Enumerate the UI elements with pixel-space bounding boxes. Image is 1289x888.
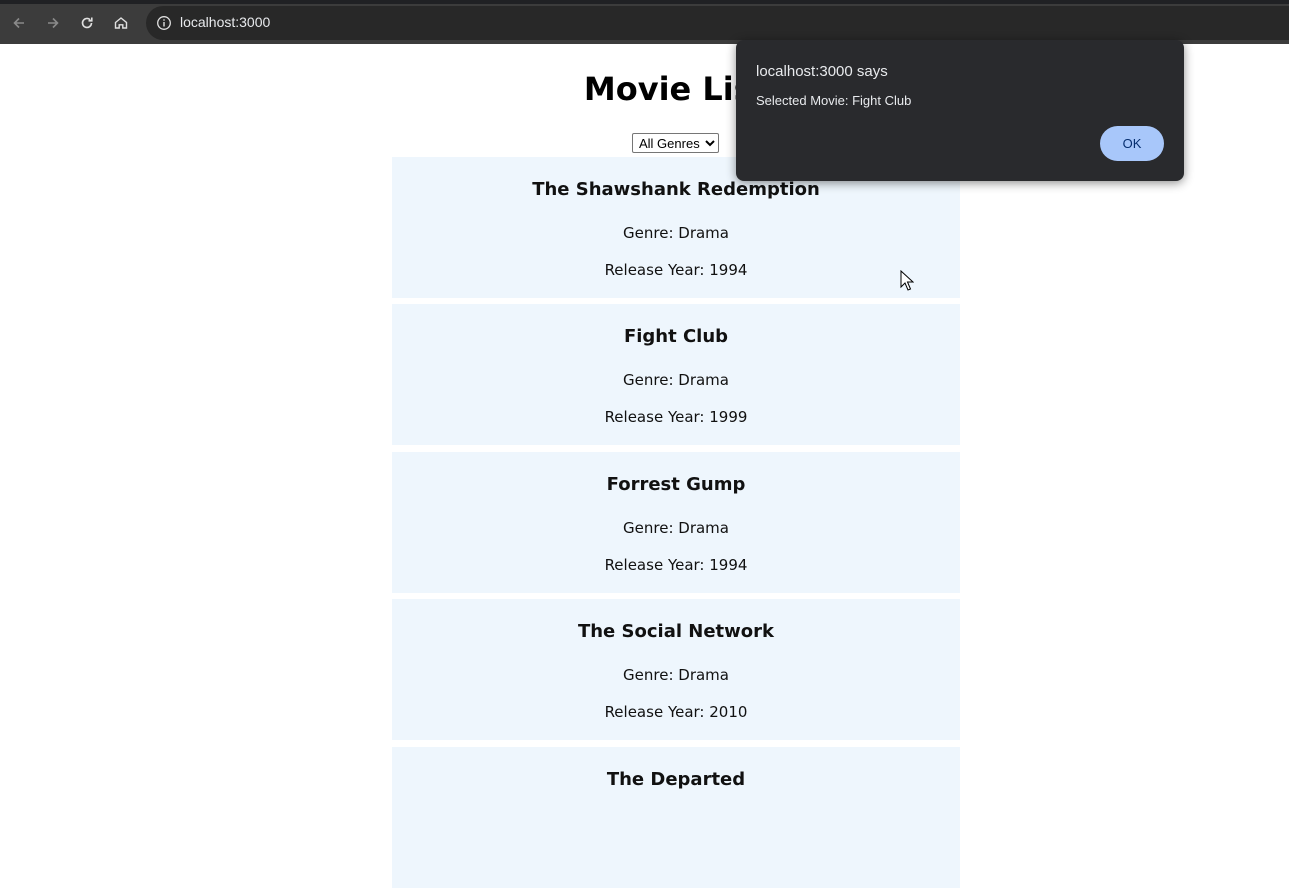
browser-toolbar: localhost:3000 bbox=[0, 0, 1289, 44]
forward-icon bbox=[48, 17, 59, 29]
movie-card[interactable]: Forrest Gump Genre: Drama Release Year: … bbox=[392, 452, 960, 593]
movie-genre: Genre: Drama bbox=[623, 519, 729, 537]
alert-dialog: localhost:3000 says Selected Movie: Figh… bbox=[736, 40, 1184, 181]
info-icon[interactable] bbox=[156, 15, 172, 31]
alert-origin: localhost:3000 says bbox=[756, 63, 888, 80]
movie-title: Forrest Gump bbox=[606, 474, 746, 495]
alert-message: Selected Movie: Fight Club bbox=[756, 93, 912, 108]
reload-button[interactable] bbox=[74, 10, 100, 36]
movie-genre: Genre: Drama bbox=[623, 224, 729, 242]
address-bar[interactable]: localhost:3000 bbox=[146, 6, 1289, 40]
back-button[interactable] bbox=[6, 10, 32, 36]
movie-release-year: Release Year: 2010 bbox=[604, 703, 748, 721]
movie-title: The Shawshank Redemption bbox=[532, 179, 820, 200]
home-button[interactable] bbox=[108, 10, 134, 36]
movie-title: Fight Club bbox=[623, 326, 729, 347]
ok-button[interactable]: OK bbox=[1100, 126, 1164, 161]
movie-card[interactable]: Fight Club Genre: Drama Release Year: 19… bbox=[392, 304, 960, 445]
movie-release-year: Release Year: 1999 bbox=[604, 408, 748, 426]
movie-card[interactable]: The Departed bbox=[392, 747, 960, 888]
movie-title: The Social Network bbox=[577, 621, 775, 642]
movie-genre: Genre: Drama bbox=[623, 666, 729, 684]
genre-filter-select[interactable]: All Genres bbox=[632, 133, 719, 153]
movie-genre: Genre: Drama bbox=[623, 371, 729, 389]
forward-button[interactable] bbox=[40, 10, 66, 36]
reload-icon bbox=[81, 17, 93, 29]
home-icon bbox=[114, 17, 128, 29]
mouse-cursor-icon bbox=[900, 270, 914, 291]
movie-release-year: Release Year: 1994 bbox=[604, 556, 748, 574]
movie-card[interactable]: The Social Network Genre: Drama Release … bbox=[392, 599, 960, 740]
movie-release-year: Release Year: 1994 bbox=[604, 261, 748, 279]
url-text: localhost:3000 bbox=[180, 14, 271, 30]
back-icon bbox=[13, 17, 24, 29]
